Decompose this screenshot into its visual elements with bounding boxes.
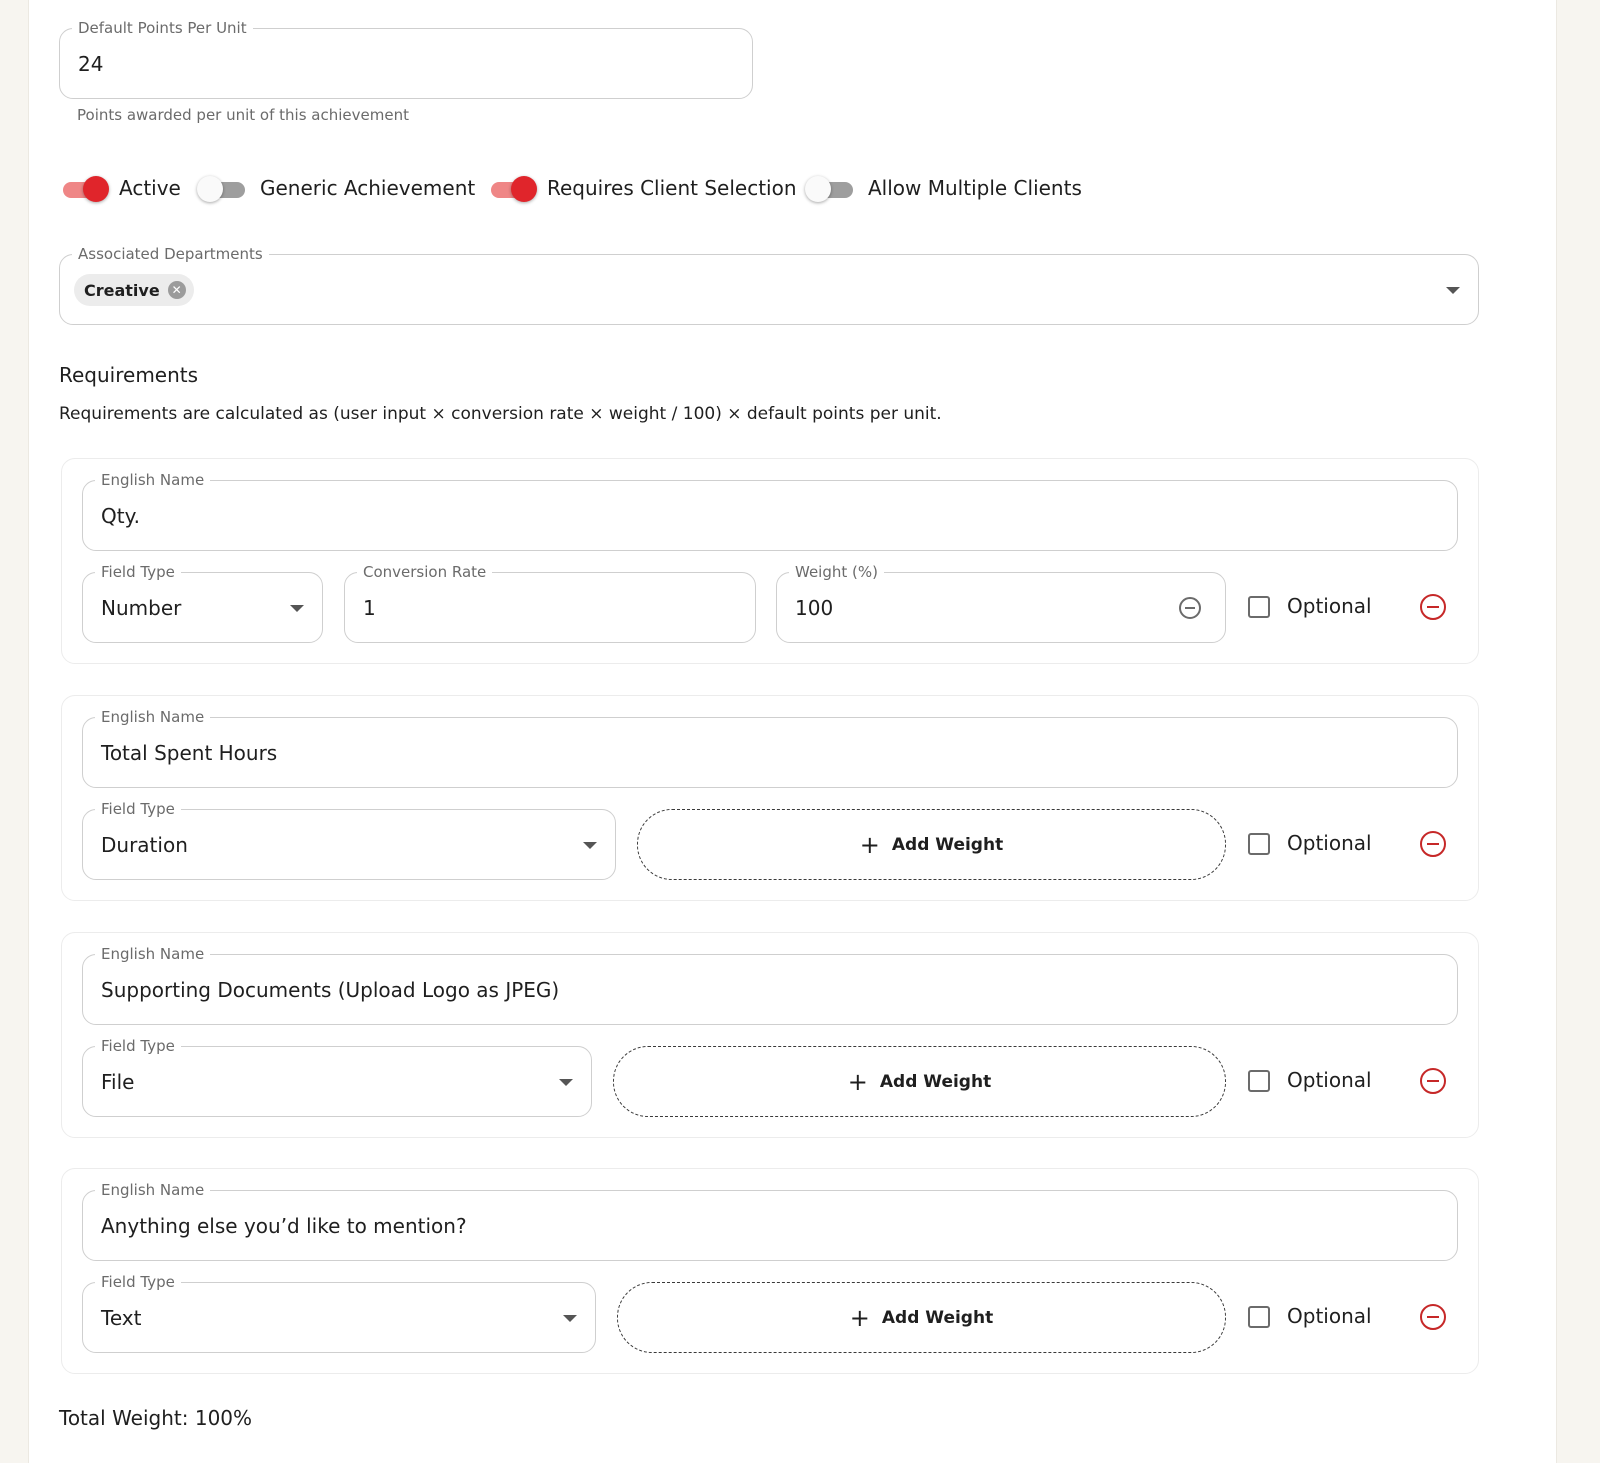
optional-label: Optional: [1287, 831, 1372, 855]
chip-remove-icon[interactable]: ✕: [167, 281, 186, 299]
optional-label: Optional: [1287, 594, 1372, 618]
remove-requirement-icon[interactable]: [1420, 1068, 1446, 1094]
field-type-select[interactable]: Field Type Text: [82, 1272, 596, 1353]
field-type-select[interactable]: Field Type File: [82, 1036, 592, 1117]
english-name-field[interactable]: English Name Total Spent Hours: [82, 707, 1458, 788]
optional-checkbox[interactable]: [1248, 596, 1270, 618]
requirement-card: English Name Anything else you’d like to…: [61, 1168, 1479, 1374]
requires-client-label: Requires Client Selection: [547, 176, 797, 200]
form-panel: Default Points Per Unit 24 Points awarde…: [28, 0, 1557, 1463]
plus-icon: +: [859, 830, 880, 859]
add-weight-label: Add Weight: [881, 1307, 994, 1328]
chevron-down-icon[interactable]: [583, 841, 597, 849]
departments-select[interactable]: Associated Departments Creative ✕: [59, 244, 1479, 325]
conversion-rate-label: Conversion Rate: [357, 562, 493, 582]
remove-weight-icon[interactable]: [1179, 597, 1201, 619]
default-points-value[interactable]: 24: [78, 29, 103, 98]
generic-achievement-toggle[interactable]: [197, 174, 249, 204]
field-type-value: Duration: [101, 832, 188, 857]
field-type-value: File: [101, 1069, 135, 1094]
optional-checkbox[interactable]: [1248, 1306, 1270, 1328]
plus-icon: +: [849, 1303, 870, 1332]
add-weight-label: Add Weight: [891, 834, 1004, 855]
english-name-value[interactable]: Anything else you’d like to mention?: [101, 1191, 467, 1260]
field-type-value: Text: [101, 1305, 142, 1330]
allow-multiple-clients-toggle[interactable]: [805, 174, 857, 204]
weight-field[interactable]: Weight (%) 100: [776, 562, 1226, 643]
remove-requirement-icon[interactable]: [1420, 1304, 1446, 1330]
english-name-field[interactable]: English Name Anything else you’d like to…: [82, 1180, 1458, 1261]
chevron-down-icon[interactable]: [290, 604, 304, 612]
remove-requirement-icon[interactable]: [1420, 594, 1446, 620]
optional-label: Optional: [1287, 1068, 1372, 1092]
departments-label: Associated Departments: [72, 244, 269, 264]
generic-achievement-label: Generic Achievement: [260, 176, 476, 200]
chevron-down-icon[interactable]: [1446, 286, 1460, 294]
department-chip-label: Creative: [84, 280, 160, 300]
conversion-rate-field[interactable]: Conversion Rate 1: [344, 562, 756, 643]
english-name-value[interactable]: Supporting Documents (Upload Logo as JPE…: [101, 955, 559, 1024]
add-weight-label: Add Weight: [879, 1071, 992, 1092]
english-name-field[interactable]: English Name Qty.: [82, 470, 1458, 551]
department-chip: Creative ✕: [74, 274, 194, 306]
requirement-card: English Name Supporting Documents (Uploa…: [61, 932, 1479, 1138]
optional-checkbox[interactable]: [1248, 833, 1270, 855]
requires-client-toggle[interactable]: [487, 174, 539, 204]
field-type-value: Number: [101, 595, 182, 620]
requirement-card: English Name Qty. Field Type Number Conv…: [61, 458, 1479, 664]
conversion-rate-value[interactable]: 1: [363, 573, 376, 642]
allow-multiple-clients-label: Allow Multiple Clients: [868, 176, 1082, 200]
optional-label: Optional: [1287, 1304, 1372, 1328]
english-name-value[interactable]: Qty.: [101, 481, 140, 550]
field-type-select[interactable]: Field Type Number: [82, 562, 323, 643]
chevron-down-icon[interactable]: [563, 1314, 577, 1322]
active-toggle[interactable]: [59, 174, 111, 204]
remove-requirement-icon[interactable]: [1420, 831, 1446, 857]
optional-checkbox[interactable]: [1248, 1070, 1270, 1092]
requirements-title: Requirements: [59, 363, 199, 387]
requirement-card: English Name Total Spent Hours Field Typ…: [61, 695, 1479, 901]
add-weight-button[interactable]: + Add Weight: [613, 1046, 1226, 1117]
field-type-select[interactable]: Field Type Duration: [82, 799, 616, 880]
requirements-description: Requirements are calculated as (user inp…: [59, 404, 942, 424]
default-points-field[interactable]: Default Points Per Unit 24: [59, 18, 753, 99]
english-name-field[interactable]: English Name Supporting Documents (Uploa…: [82, 944, 1458, 1025]
add-weight-button[interactable]: + Add Weight: [637, 809, 1226, 880]
add-weight-button[interactable]: + Add Weight: [617, 1282, 1226, 1353]
chevron-down-icon[interactable]: [559, 1078, 573, 1086]
english-name-value[interactable]: Total Spent Hours: [101, 718, 277, 787]
total-weight: Total Weight: 100%: [59, 1406, 253, 1430]
active-toggle-label: Active: [119, 176, 181, 200]
weight-value[interactable]: 100: [795, 573, 833, 642]
default-points-helper: Points awarded per unit of this achievem…: [77, 106, 409, 124]
plus-icon: +: [847, 1067, 868, 1096]
